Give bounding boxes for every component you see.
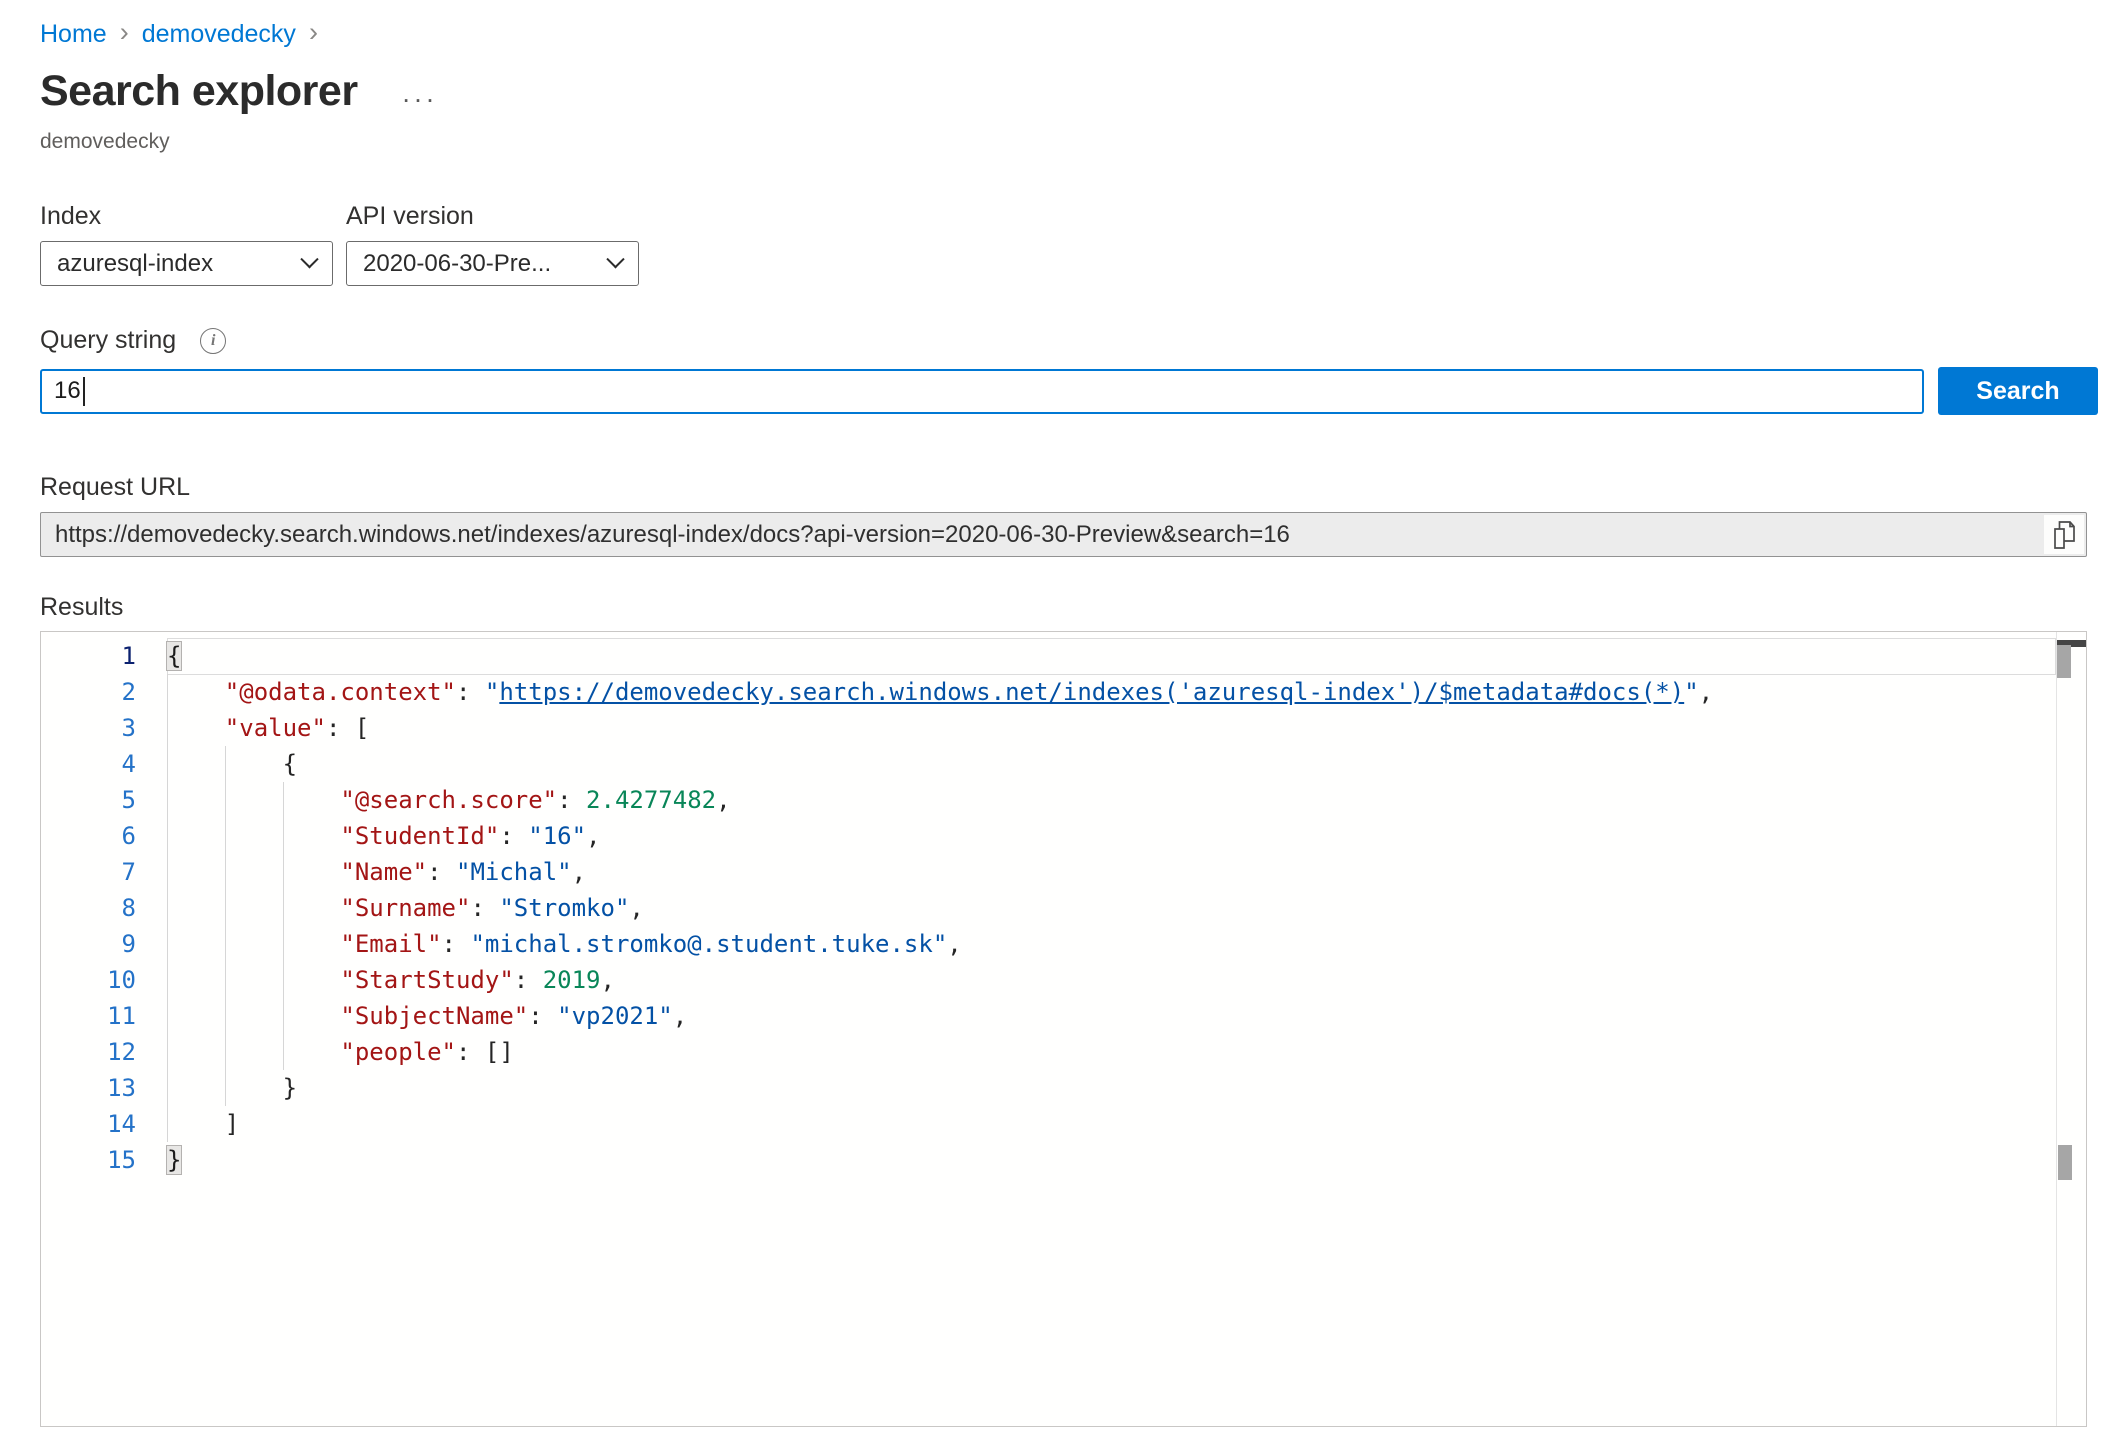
line-number[interactable]: 1 [41,638,167,674]
breadcrumb-home-link[interactable]: Home [40,20,107,49]
code-line-text: } [167,1142,181,1178]
code-line-text: "@search.score": 2.4277482, [167,782,731,818]
code-line-text: "Email": "michal.stromko@.student.tuke.s… [167,926,962,962]
code-line[interactable]: 1{ [41,638,2086,674]
scrollbar-thumb[interactable] [2057,645,2071,678]
code-line-text: "Surname": "Stromko", [167,890,644,926]
line-number[interactable]: 7 [41,854,167,890]
code-line-text: "SubjectName": "vp2021", [167,998,687,1034]
breadcrumb-separator: › [120,17,129,48]
code-line[interactable]: 9 "Email": "michal.stromko@.student.tuke… [41,926,2086,962]
query-string-input[interactable] [40,369,1924,414]
code-line[interactable]: 8 "Surname": "Stromko", [41,890,2086,926]
copy-icon [2052,520,2076,550]
select-labels-row: Index API version [40,202,2102,231]
code-line[interactable]: 10 "StartStudy": 2019, [41,962,2086,998]
line-number[interactable]: 11 [41,998,167,1034]
code-line[interactable]: 13 } [41,1070,2086,1106]
line-number[interactable]: 13 [41,1070,167,1106]
line-number[interactable]: 14 [41,1106,167,1142]
page-title: Search explorer [40,67,358,116]
editor-lines: 1{2 "@odata.context": "https://demovedec… [41,632,2086,1426]
chevron-down-icon [300,250,318,268]
breadcrumb: Home › demovedecky › [40,18,2102,50]
editor-scrollbar[interactable] [2056,632,2086,1426]
code-line[interactable]: 11 "SubjectName": "vp2021", [41,998,2086,1034]
query-string-label: Query string [40,326,176,355]
code-line[interactable]: 3 "value": [ [41,710,2086,746]
query-label-row: Query string i [40,326,2102,355]
api-version-label: API version [346,202,474,231]
line-number[interactable]: 4 [41,746,167,782]
code-line-text: "value": [ [167,710,369,746]
code-line[interactable]: 2 "@odata.context": "https://demovedecky… [41,674,2086,710]
breadcrumb-service-link[interactable]: demovedecky [142,20,296,49]
code-line[interactable]: 4 { [41,746,2086,782]
info-icon[interactable]: i [200,328,226,354]
code-line-text: ] [167,1106,239,1142]
code-line[interactable]: 5 "@search.score": 2.4277482, [41,782,2086,818]
code-line[interactable]: 15} [41,1142,2086,1178]
line-number[interactable]: 3 [41,710,167,746]
line-number[interactable]: 10 [41,962,167,998]
code-line-text: { [167,746,297,782]
odata-context-link[interactable]: https://demovedecky.search.windows.net/i… [499,678,1684,706]
search-button[interactable]: Search [1938,367,2098,415]
code-line-text: "StartStudy": 2019, [167,962,615,998]
line-number[interactable]: 5 [41,782,167,818]
request-url-value: https://demovedecky.search.windows.net/i… [41,521,2044,549]
code-line[interactable]: 6 "StudentId": "16", [41,818,2086,854]
code-line[interactable]: 7 "Name": "Michal", [41,854,2086,890]
request-url-box: https://demovedecky.search.windows.net/i… [40,512,2087,557]
code-line[interactable]: 14 ] [41,1106,2086,1142]
line-number[interactable]: 15 [41,1142,167,1178]
api-version-select-value: 2020-06-30-Pre... [363,250,609,278]
chevron-down-icon [606,250,624,268]
query-row: Search [40,367,2102,415]
index-label: Index [40,202,346,231]
index-select[interactable]: azuresql-index [40,241,333,286]
selects-row: azuresql-index 2020-06-30-Pre... [40,241,2102,286]
breadcrumb-separator: › [309,17,318,48]
overview-ruler-bracket-mark [2058,1145,2072,1180]
code-line[interactable]: 12 "people": [] [41,1034,2086,1070]
request-url-label: Request URL [40,473,2102,502]
index-select-value: azuresql-index [57,250,303,278]
line-number[interactable]: 8 [41,890,167,926]
line-number[interactable]: 6 [41,818,167,854]
code-line-text: { [167,638,181,674]
line-number[interactable]: 12 [41,1034,167,1070]
title-row: Search explorer ··· [40,67,2102,116]
search-explorer-page: Home › demovedecky › Search explorer ···… [0,0,2102,1427]
code-line-text: "StudentId": "16", [167,818,601,854]
copy-button[interactable] [2044,515,2084,554]
text-cursor [83,377,85,406]
code-line-text: } [167,1070,297,1106]
line-number[interactable]: 9 [41,926,167,962]
results-json-editor[interactable]: 1{2 "@odata.context": "https://demovedec… [40,631,2087,1427]
line-number[interactable]: 2 [41,674,167,710]
more-menu-button[interactable]: ··· [402,75,438,109]
api-version-select[interactable]: 2020-06-30-Pre... [346,241,639,286]
page-subtitle: demovedecky [40,130,2102,154]
code-line-text: "people": [] [167,1034,514,1070]
query-input-wrap [40,369,1924,414]
code-line-text: "@odata.context": "https://demovedecky.s… [167,674,1713,710]
results-label: Results [40,593,2102,622]
code-line-text: "Name": "Michal", [167,854,586,890]
